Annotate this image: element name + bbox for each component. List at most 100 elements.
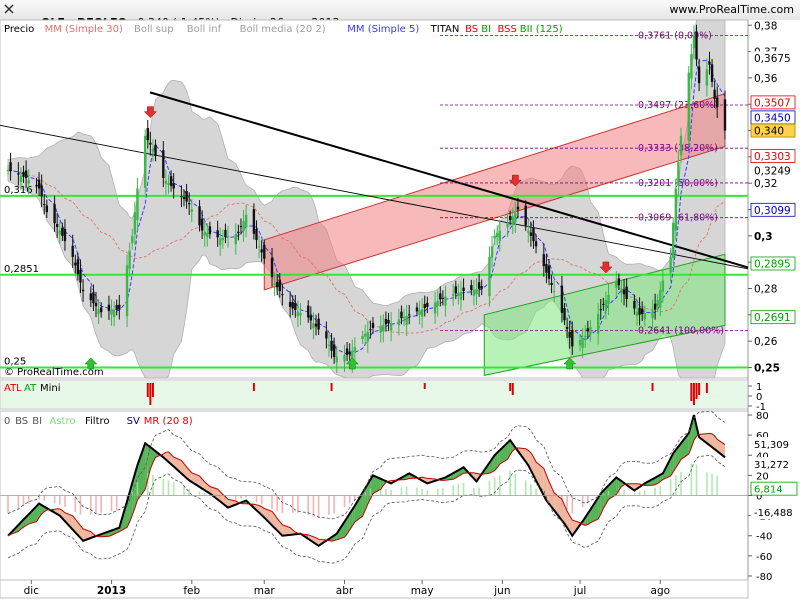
- x-tick-label: 2013: [97, 585, 126, 597]
- candle-body: [22, 171, 25, 177]
- candle-body: [97, 309, 100, 315]
- candle-body: [169, 176, 173, 186]
- candle-body: [723, 99, 727, 131]
- candle-body: [208, 226, 212, 234]
- candle-body: [470, 285, 473, 291]
- candle-body: [534, 241, 538, 247]
- candle-body: [433, 302, 437, 314]
- candle-body: [74, 262, 77, 266]
- candle-body: [565, 326, 569, 329]
- candle-body: [498, 230, 502, 241]
- astro-bar: [167, 480, 170, 496]
- astro-bar: [643, 490, 646, 496]
- candle-body: [439, 293, 442, 300]
- candle-body: [255, 229, 258, 241]
- astro-bar: [115, 495, 118, 511]
- candle-body: [27, 180, 30, 184]
- bs-value-tag: 6,814: [754, 485, 783, 496]
- candle-body: [640, 308, 644, 314]
- astro-bar: [654, 487, 656, 496]
- astro-bar: [400, 487, 403, 496]
- candle-body: [506, 222, 509, 228]
- astro-bar: [659, 486, 662, 496]
- astro-bar: [343, 495, 346, 508]
- candle-body: [299, 312, 302, 316]
- atl-bar: [692, 383, 695, 405]
- astro-bar: [706, 472, 708, 496]
- price-legend-item: BII (125): [520, 24, 563, 35]
- candle-body: [542, 254, 546, 267]
- astro-bar: [172, 482, 175, 496]
- price-legend-item: BI: [481, 24, 491, 35]
- candle-body: [679, 135, 683, 156]
- candle-body: [219, 238, 222, 245]
- astro-bar: [426, 490, 429, 496]
- candle-body: [677, 162, 680, 186]
- candle-body: [379, 325, 382, 333]
- astro-bar: [716, 475, 719, 496]
- candle-body: [697, 66, 701, 84]
- astro-bar: [680, 472, 682, 496]
- candle-body: [164, 180, 168, 184]
- candle-body: [294, 302, 297, 310]
- candle-body: [653, 303, 657, 310]
- candle-body: [198, 206, 201, 226]
- candle-body: [617, 278, 621, 286]
- candle-body: [348, 351, 351, 355]
- candle-body: [71, 245, 74, 257]
- astro-bar: [100, 495, 102, 513]
- astro-bar: [509, 470, 511, 496]
- candle-body: [19, 175, 23, 182]
- astro-bar: [281, 495, 284, 514]
- candle-body: [457, 292, 460, 296]
- fib-label: 0,3761 (0,00%): [638, 31, 712, 42]
- candle-body: [366, 331, 369, 342]
- astro-bar: [276, 495, 278, 512]
- astro-bar: [478, 487, 480, 496]
- candle-body: [571, 330, 574, 347]
- astro-bar: [550, 495, 553, 501]
- price-legend-item: Boll media (20 2): [240, 24, 326, 35]
- x-tick-label: ago: [651, 585, 671, 597]
- candle-body: [252, 209, 256, 234]
- astro-bar: [17, 495, 20, 509]
- candle-body: [638, 307, 641, 315]
- candle-body: [167, 183, 170, 186]
- bs-legend-item: 0: [4, 416, 10, 427]
- candle-body: [599, 309, 602, 311]
- candle-body: [239, 225, 243, 228]
- candle-body: [61, 227, 64, 236]
- candle-body: [511, 216, 514, 226]
- astro-bar: [488, 480, 491, 496]
- candle-body: [257, 246, 261, 248]
- candle-body: [94, 302, 98, 307]
- candle-body: [58, 230, 61, 235]
- candle-body: [224, 229, 227, 237]
- astro-bar: [136, 482, 139, 496]
- candle-body: [115, 305, 118, 310]
- y-tick-label: 0,3: [754, 231, 773, 243]
- candle-body: [43, 203, 46, 205]
- atl-label: ATL: [4, 383, 22, 394]
- price-tag: 0,2895: [754, 258, 791, 270]
- candle-body: [622, 290, 626, 295]
- candle-body: [182, 197, 186, 199]
- candle-body: [275, 282, 279, 288]
- candle-body: [550, 282, 553, 285]
- atl-bar: [690, 383, 693, 401]
- candle-body: [454, 286, 458, 294]
- astro-bar: [581, 495, 584, 508]
- candle-body: [335, 356, 338, 363]
- candle-body: [172, 183, 175, 189]
- astro-bar: [297, 495, 299, 513]
- candle-body: [244, 214, 248, 228]
- bs-legend-item: BI: [32, 416, 42, 427]
- left-level-label: 0,2851: [4, 264, 39, 275]
- candle-body: [131, 235, 134, 244]
- bs-value-tag: 31,272: [754, 460, 789, 471]
- candle-body: [659, 290, 662, 308]
- candle-body: [552, 291, 556, 293]
- price-tag: 0,3507: [754, 97, 791, 109]
- atl-bar: [151, 383, 154, 397]
- atl-label: AT: [24, 383, 37, 394]
